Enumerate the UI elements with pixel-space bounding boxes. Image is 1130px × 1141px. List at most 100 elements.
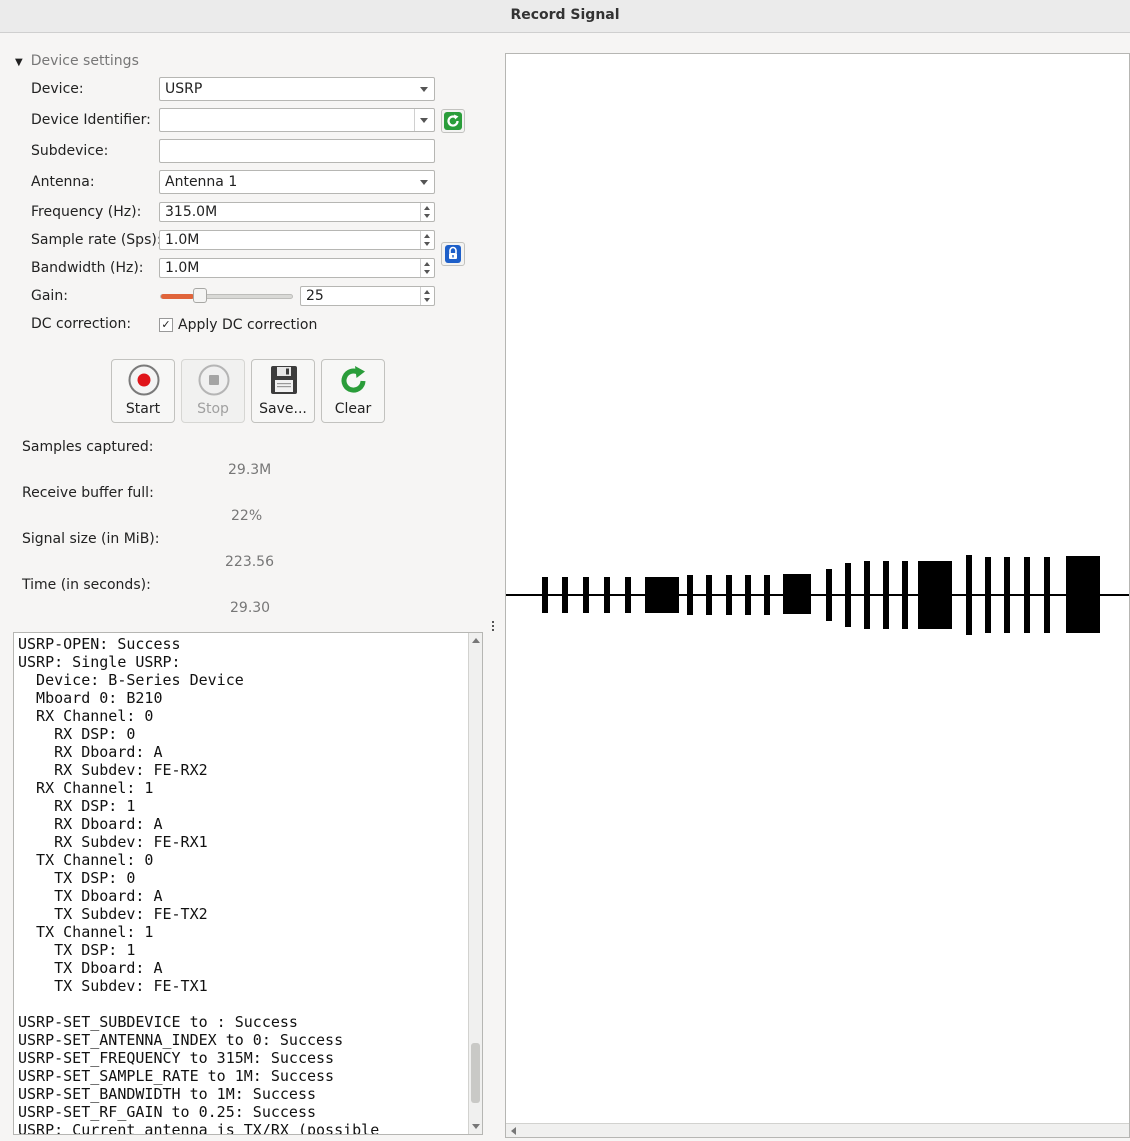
signal-burst bbox=[1066, 556, 1100, 633]
log-scrollbar-thumb[interactable] bbox=[471, 1043, 480, 1103]
signal-burst bbox=[604, 577, 610, 613]
scroll-up-icon[interactable] bbox=[472, 638, 480, 643]
signal-burst bbox=[918, 561, 952, 629]
settings-panel: ▼ Device settings Device: USRP Device Ide… bbox=[0, 33, 497, 1141]
spin-up-icon[interactable] bbox=[424, 262, 430, 266]
signal-burst bbox=[826, 569, 832, 621]
signal-burst bbox=[726, 575, 732, 615]
signal-burst bbox=[1024, 557, 1030, 633]
log-text: USRP-OPEN: Success USRP: Single USRP: De… bbox=[18, 635, 380, 1135]
signal-size-value: 223.56 bbox=[225, 554, 274, 570]
expand-arrow-icon: ▼ bbox=[15, 57, 23, 68]
receive-buffer-label: Receive buffer full: bbox=[22, 485, 154, 501]
subdevice-input[interactable] bbox=[159, 139, 435, 163]
scroll-left-icon[interactable] bbox=[511, 1127, 516, 1135]
spin-up-icon[interactable] bbox=[424, 234, 430, 238]
clear-label: Clear bbox=[334, 401, 372, 417]
time-value: 29.30 bbox=[230, 600, 271, 616]
device-value: USRP bbox=[165, 81, 203, 97]
signal-waveform bbox=[506, 555, 1129, 635]
log-scrollbar[interactable] bbox=[468, 633, 482, 1134]
signal-burst bbox=[687, 575, 693, 615]
signal-burst bbox=[985, 557, 991, 633]
dc-correction-checkbox[interactable]: ✓ bbox=[159, 318, 173, 332]
dc-correction-checkbox-label[interactable]: Apply DC correction bbox=[178, 317, 317, 333]
signal-burst bbox=[764, 575, 770, 615]
antenna-combo[interactable]: Antenna 1 bbox=[159, 170, 435, 194]
signal-view-scrollbar[interactable] bbox=[506, 1123, 1129, 1137]
stop-label: Stop bbox=[197, 401, 229, 417]
gain-label: Gain: bbox=[31, 288, 68, 304]
signal-burst bbox=[1044, 557, 1050, 633]
device-settings-toggle[interactable]: ▼ Device settings bbox=[15, 53, 139, 69]
chevron-down-icon bbox=[420, 180, 428, 185]
scroll-down-icon[interactable] bbox=[472, 1124, 480, 1129]
spin-down-icon[interactable] bbox=[424, 214, 430, 218]
chevron-down-icon bbox=[420, 118, 428, 123]
refresh-icon bbox=[444, 112, 462, 130]
antenna-value: Antenna 1 bbox=[165, 174, 238, 190]
lock-icon bbox=[445, 245, 461, 263]
signal-burst bbox=[745, 575, 751, 615]
lock-rate-bandwidth-button[interactable] bbox=[441, 242, 465, 266]
save-button[interactable]: Save... bbox=[251, 359, 315, 423]
start-button[interactable]: Start bbox=[111, 359, 175, 423]
floppy-disk-icon bbox=[271, 366, 297, 394]
spin-up-icon[interactable] bbox=[424, 290, 430, 294]
save-label: Save... bbox=[259, 401, 307, 417]
start-label: Start bbox=[125, 401, 161, 417]
stop-button[interactable]: Stop bbox=[181, 359, 245, 423]
signal-burst bbox=[542, 577, 548, 613]
signal-burst bbox=[883, 561, 889, 629]
device-settings-header: Device settings bbox=[30, 53, 139, 69]
bandwidth-value: 1.0M bbox=[165, 260, 200, 276]
time-label: Time (in seconds): bbox=[22, 577, 151, 593]
sample-rate-label: Sample rate (Sps): bbox=[31, 232, 162, 248]
refresh-icon bbox=[341, 366, 366, 393]
signal-burst bbox=[1004, 557, 1010, 633]
receive-buffer-value: 22% bbox=[231, 508, 263, 524]
device-label: Device: bbox=[31, 81, 84, 97]
bandwidth-label: Bandwidth (Hz): bbox=[31, 260, 144, 276]
signal-burst bbox=[783, 574, 811, 614]
signal-burst bbox=[625, 577, 631, 613]
signal-view[interactable] bbox=[505, 53, 1130, 1138]
sample-rate-spinbox[interactable]: 1.0M bbox=[159, 230, 435, 250]
device-identifier-label: Device Identifier: bbox=[31, 112, 151, 128]
signal-size-label: Signal size (in MiB): bbox=[22, 531, 160, 547]
frequency-spinbox[interactable]: 315.0M bbox=[159, 202, 435, 222]
spin-down-icon[interactable] bbox=[424, 242, 430, 246]
log-output[interactable]: USRP-OPEN: Success USRP: Single USRP: De… bbox=[13, 632, 483, 1135]
bandwidth-spinbox[interactable]: 1.0M bbox=[159, 258, 435, 278]
samples-captured-label: Samples captured: bbox=[22, 439, 154, 455]
spin-down-icon[interactable] bbox=[424, 298, 430, 302]
dc-correction-label: DC correction: bbox=[31, 316, 132, 332]
frequency-label: Frequency (Hz): bbox=[31, 204, 142, 220]
frequency-value: 315.0M bbox=[165, 204, 218, 220]
gain-spinbox[interactable]: 25 bbox=[300, 286, 435, 306]
device-identifier-combo[interactable] bbox=[159, 108, 435, 132]
window-title: Record Signal bbox=[0, 0, 1130, 33]
signal-burst bbox=[562, 577, 568, 613]
stop-icon bbox=[198, 364, 230, 396]
gain-slider-fill bbox=[161, 294, 194, 299]
antenna-label: Antenna: bbox=[31, 174, 95, 190]
signal-burst bbox=[902, 561, 908, 629]
chevron-down-icon bbox=[420, 87, 428, 92]
gain-slider[interactable] bbox=[160, 294, 293, 299]
sample-rate-value: 1.0M bbox=[165, 232, 200, 248]
spin-up-icon[interactable] bbox=[424, 206, 430, 210]
signal-burst bbox=[864, 561, 870, 629]
device-combo[interactable]: USRP bbox=[159, 77, 435, 101]
gain-slider-handle[interactable] bbox=[193, 288, 207, 303]
subdevice-label: Subdevice: bbox=[31, 143, 109, 159]
signal-burst bbox=[645, 577, 679, 613]
signal-burst bbox=[706, 575, 712, 615]
splitter-handle[interactable] bbox=[492, 621, 495, 633]
refresh-devices-button[interactable] bbox=[441, 109, 465, 133]
signal-burst bbox=[845, 563, 851, 627]
spin-down-icon[interactable] bbox=[424, 270, 430, 274]
record-icon bbox=[128, 364, 160, 396]
clear-button[interactable]: Clear bbox=[321, 359, 385, 423]
signal-burst bbox=[583, 577, 589, 613]
